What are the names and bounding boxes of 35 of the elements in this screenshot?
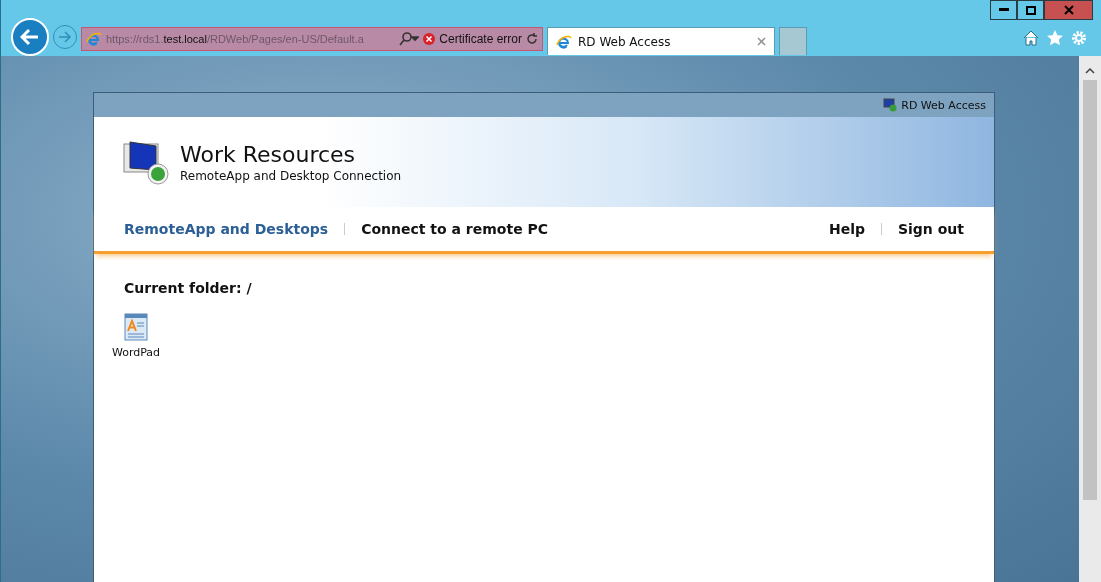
scrollbar[interactable] <box>1079 56 1101 582</box>
browser-tab[interactable]: RD Web Access <box>547 27 775 55</box>
document-icon <box>122 312 150 342</box>
search-icon[interactable] <box>399 32 420 46</box>
url-text: https://rds1.test.local/RDWeb/Pages/en-US/Default.a <box>106 33 365 45</box>
page-title: Work Resources <box>180 141 357 167</box>
forward-arrow-icon <box>58 31 72 43</box>
close-button[interactable] <box>1044 0 1093 20</box>
scroll-up-icon[interactable] <box>1085 68 1095 74</box>
remote-desktop-icon <box>883 98 898 112</box>
remote-desktop-icon <box>122 138 170 186</box>
nav-link[interactable]: Sign out <box>897 221 964 237</box>
back-arrow-icon <box>20 28 40 46</box>
maximize-button[interactable] <box>1017 0 1044 20</box>
browser-logo-icon <box>86 31 102 47</box>
back-button[interactable] <box>11 18 49 56</box>
app-tile[interactable]: WordPad <box>112 312 160 359</box>
nav-link[interactable]: Connect to a remote PC <box>361 221 549 237</box>
refresh-icon[interactable] <box>526 33 538 45</box>
minimize-icon <box>998 8 1009 12</box>
star-icon[interactable] <box>1047 30 1063 46</box>
minimize-button[interactable] <box>990 0 1017 20</box>
page-subtitle: RemoteApp and Desktop Connection <box>180 168 402 183</box>
close-icon <box>1063 5 1074 15</box>
nav-link[interactable]: Help <box>828 221 865 237</box>
address-bar[interactable]: https://rds1.test.local/RDWeb/Pages/en-US/Default.a Certificate error <box>81 27 543 51</box>
certificate-error-text[interactable]: Certificate error <box>439 32 522 46</box>
maximize-icon <box>1025 5 1036 15</box>
home-icon[interactable] <box>1023 30 1039 46</box>
shield-error-icon <box>423 33 436 45</box>
nav-link[interactable]: RemoteApp and Desktops <box>124 221 329 237</box>
header-label: RD Web Access <box>901 98 986 112</box>
current-folder-label: Current folder: / <box>124 280 253 296</box>
browser-logo-icon <box>556 33 572 50</box>
close-icon[interactable] <box>757 37 766 46</box>
